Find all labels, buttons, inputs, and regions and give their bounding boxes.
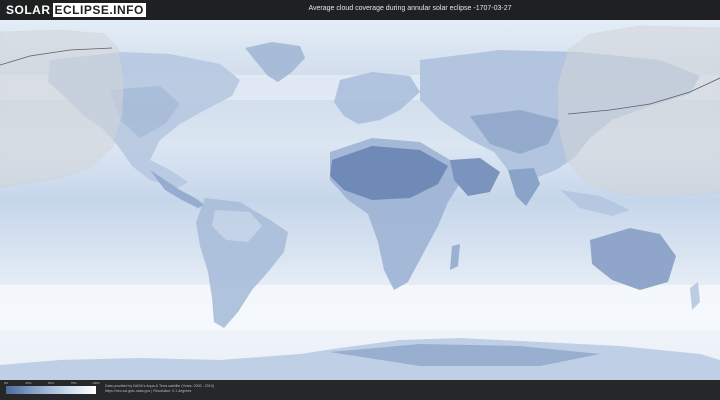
site-logo[interactable]: SOLAR ECLIPSE.INFO bbox=[6, 2, 146, 18]
legend-tick-0: 0% bbox=[3, 381, 9, 385]
legend-tick-25: 25% bbox=[25, 381, 32, 385]
eclipse-zone-east bbox=[557, 25, 720, 197]
map-title: Average cloud coverage during annular so… bbox=[308, 5, 512, 12]
logo-eclipse-text: ECLIPSE.INFO bbox=[52, 3, 146, 17]
legend-color-bar bbox=[6, 386, 96, 394]
cloud-band-south bbox=[0, 285, 720, 330]
header-bar: SOLAR ECLIPSE.INFO Average cloud coverag… bbox=[0, 0, 720, 20]
legend-tick-100: 100% bbox=[92, 381, 100, 385]
legend-tick-75: 75% bbox=[70, 381, 77, 385]
legend-tick-50: 50% bbox=[47, 381, 55, 385]
logo-solar-text: SOLAR bbox=[6, 3, 51, 17]
data-credits: Data provided by NASA's Aqua & Terra sat… bbox=[105, 384, 214, 394]
cloud-coverage-map bbox=[0, 20, 720, 380]
credits-line-url[interactable]: https://neo.sci.gsfc.nasa.gov | Resoluti… bbox=[105, 389, 214, 394]
